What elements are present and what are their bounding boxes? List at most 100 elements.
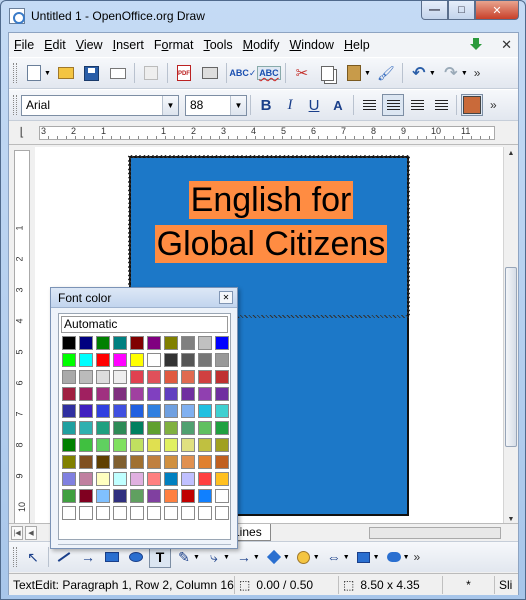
color-swatch[interactable] bbox=[147, 438, 161, 452]
menu-item[interactable]: Format bbox=[149, 38, 199, 52]
color-swatch[interactable] bbox=[198, 455, 212, 469]
color-swatch[interactable] bbox=[147, 336, 161, 350]
paste-button[interactable] bbox=[343, 62, 365, 84]
callouts-dropdown-arrow-icon[interactable]: ▼ bbox=[403, 554, 410, 561]
menu-item[interactable]: File bbox=[9, 38, 39, 52]
vertical-scrollbar[interactable]: ▲ ▼ bbox=[503, 147, 518, 527]
color-swatch[interactable] bbox=[62, 506, 76, 520]
flowchart-button[interactable] bbox=[353, 546, 375, 568]
color-swatch[interactable] bbox=[62, 353, 76, 367]
color-swatch[interactable] bbox=[181, 370, 195, 384]
menu-item[interactable]: Window bbox=[284, 38, 338, 52]
color-swatch[interactable] bbox=[96, 506, 110, 520]
color-swatch[interactable] bbox=[215, 370, 229, 384]
color-swatch[interactable] bbox=[181, 336, 195, 350]
curve-tool-button[interactable]: ✎ bbox=[173, 546, 195, 568]
title-bar[interactable]: Untitled 1 - OpenOffice.org Draw — □ ✕ bbox=[1, 1, 525, 31]
color-swatch[interactable] bbox=[181, 387, 195, 401]
connector-tool-button[interactable]: ⤷ bbox=[203, 546, 225, 568]
color-swatch[interactable] bbox=[113, 336, 127, 350]
color-swatch[interactable] bbox=[198, 370, 212, 384]
color-swatch[interactable] bbox=[215, 387, 229, 401]
color-swatch[interactable] bbox=[79, 387, 93, 401]
export-pdf-button[interactable]: PDF bbox=[173, 62, 195, 84]
panel-close-icon[interactable]: ✕ bbox=[219, 291, 233, 304]
color-swatch[interactable] bbox=[164, 353, 178, 367]
color-swatch[interactable] bbox=[215, 455, 229, 469]
paragraph-button[interactable] bbox=[461, 94, 483, 116]
color-swatch[interactable] bbox=[198, 387, 212, 401]
color-swatch[interactable] bbox=[164, 506, 178, 520]
select-tool-button[interactable]: ↖ bbox=[22, 546, 44, 568]
color-swatch[interactable] bbox=[215, 353, 229, 367]
connector-dropdown-arrow-icon[interactable]: ▼ bbox=[223, 554, 230, 561]
callouts-button[interactable] bbox=[383, 546, 405, 568]
color-swatch[interactable] bbox=[181, 455, 195, 469]
color-swatch[interactable] bbox=[79, 472, 93, 486]
color-swatch[interactable] bbox=[130, 336, 144, 350]
font-size-combo[interactable]: 88 ▼ bbox=[185, 94, 247, 116]
color-swatch[interactable] bbox=[62, 455, 76, 469]
color-swatch[interactable] bbox=[130, 438, 144, 452]
symbol-shapes-dropdown-arrow-icon[interactable]: ▼ bbox=[313, 554, 320, 561]
horizontal-ruler[interactable]: ⌊ 3 2 1 1 2 3 4 5 6 7 8 9 10 11 bbox=[9, 121, 518, 145]
font-name-combo[interactable]: Arial ▼ bbox=[21, 94, 179, 116]
color-swatch[interactable] bbox=[147, 421, 161, 435]
color-swatch[interactable] bbox=[215, 506, 229, 520]
color-swatch[interactable] bbox=[62, 421, 76, 435]
align-right-button[interactable] bbox=[406, 94, 428, 116]
chevron-down-icon[interactable]: ▼ bbox=[230, 95, 246, 115]
title-textbox[interactable]: English for Global Citizens bbox=[139, 178, 403, 266]
color-swatch[interactable] bbox=[130, 506, 144, 520]
color-swatch[interactable] bbox=[96, 370, 110, 384]
color-swatch[interactable] bbox=[164, 489, 178, 503]
menu-item[interactable]: Help bbox=[339, 38, 375, 52]
color-swatch[interactable] bbox=[164, 472, 178, 486]
color-swatch[interactable] bbox=[113, 506, 127, 520]
color-swatch[interactable] bbox=[215, 472, 229, 486]
status-modified[interactable]: * bbox=[443, 575, 495, 594]
update-download-icon[interactable] bbox=[469, 38, 483, 52]
color-swatch[interactable] bbox=[181, 404, 195, 418]
color-swatch[interactable] bbox=[130, 353, 144, 367]
lines-arrows-dropdown-arrow-icon[interactable]: ▼ bbox=[253, 554, 260, 561]
color-swatch[interactable] bbox=[96, 404, 110, 418]
color-swatch[interactable] bbox=[130, 421, 144, 435]
prev-tab-icon[interactable]: ◀ bbox=[25, 525, 37, 540]
color-swatch[interactable] bbox=[215, 438, 229, 452]
color-swatch[interactable] bbox=[164, 455, 178, 469]
color-swatch[interactable] bbox=[215, 336, 229, 350]
color-swatch[interactable] bbox=[215, 404, 229, 418]
color-swatch[interactable] bbox=[79, 421, 93, 435]
color-swatch[interactable] bbox=[164, 370, 178, 384]
curve-dropdown-arrow-icon[interactable]: ▼ bbox=[193, 554, 200, 561]
color-swatch[interactable] bbox=[113, 353, 127, 367]
color-swatch[interactable] bbox=[79, 489, 93, 503]
color-swatch[interactable] bbox=[181, 353, 195, 367]
color-swatch[interactable] bbox=[215, 489, 229, 503]
color-swatch[interactable] bbox=[79, 455, 93, 469]
chevron-down-icon[interactable]: ▼ bbox=[162, 95, 178, 115]
color-swatch[interactable] bbox=[147, 489, 161, 503]
save-button[interactable] bbox=[81, 62, 103, 84]
color-swatch[interactable] bbox=[164, 421, 178, 435]
tab-stop-type-icon[interactable]: ⌊ bbox=[15, 126, 29, 140]
color-swatch[interactable] bbox=[62, 472, 76, 486]
text-tool-button[interactable]: T bbox=[149, 546, 171, 568]
automatic-color-option[interactable]: Automatic bbox=[61, 316, 228, 333]
toolbar-grip[interactable] bbox=[13, 547, 17, 567]
color-swatch[interactable] bbox=[164, 404, 178, 418]
italic-button[interactable]: I bbox=[279, 94, 301, 116]
color-swatch[interactable] bbox=[130, 472, 144, 486]
color-swatch[interactable] bbox=[113, 438, 127, 452]
close-document-icon[interactable]: ✕ bbox=[501, 37, 512, 53]
color-swatch[interactable] bbox=[164, 387, 178, 401]
clone-formatting-button[interactable]: 🖌 bbox=[375, 62, 397, 84]
color-swatch[interactable] bbox=[130, 387, 144, 401]
redo-button[interactable]: ↷ bbox=[440, 62, 462, 84]
color-swatch[interactable] bbox=[198, 404, 212, 418]
color-swatch[interactable] bbox=[96, 353, 110, 367]
color-swatch[interactable] bbox=[96, 489, 110, 503]
color-swatch[interactable] bbox=[79, 438, 93, 452]
lines-arrows-tool-button[interactable]: → bbox=[233, 546, 255, 568]
